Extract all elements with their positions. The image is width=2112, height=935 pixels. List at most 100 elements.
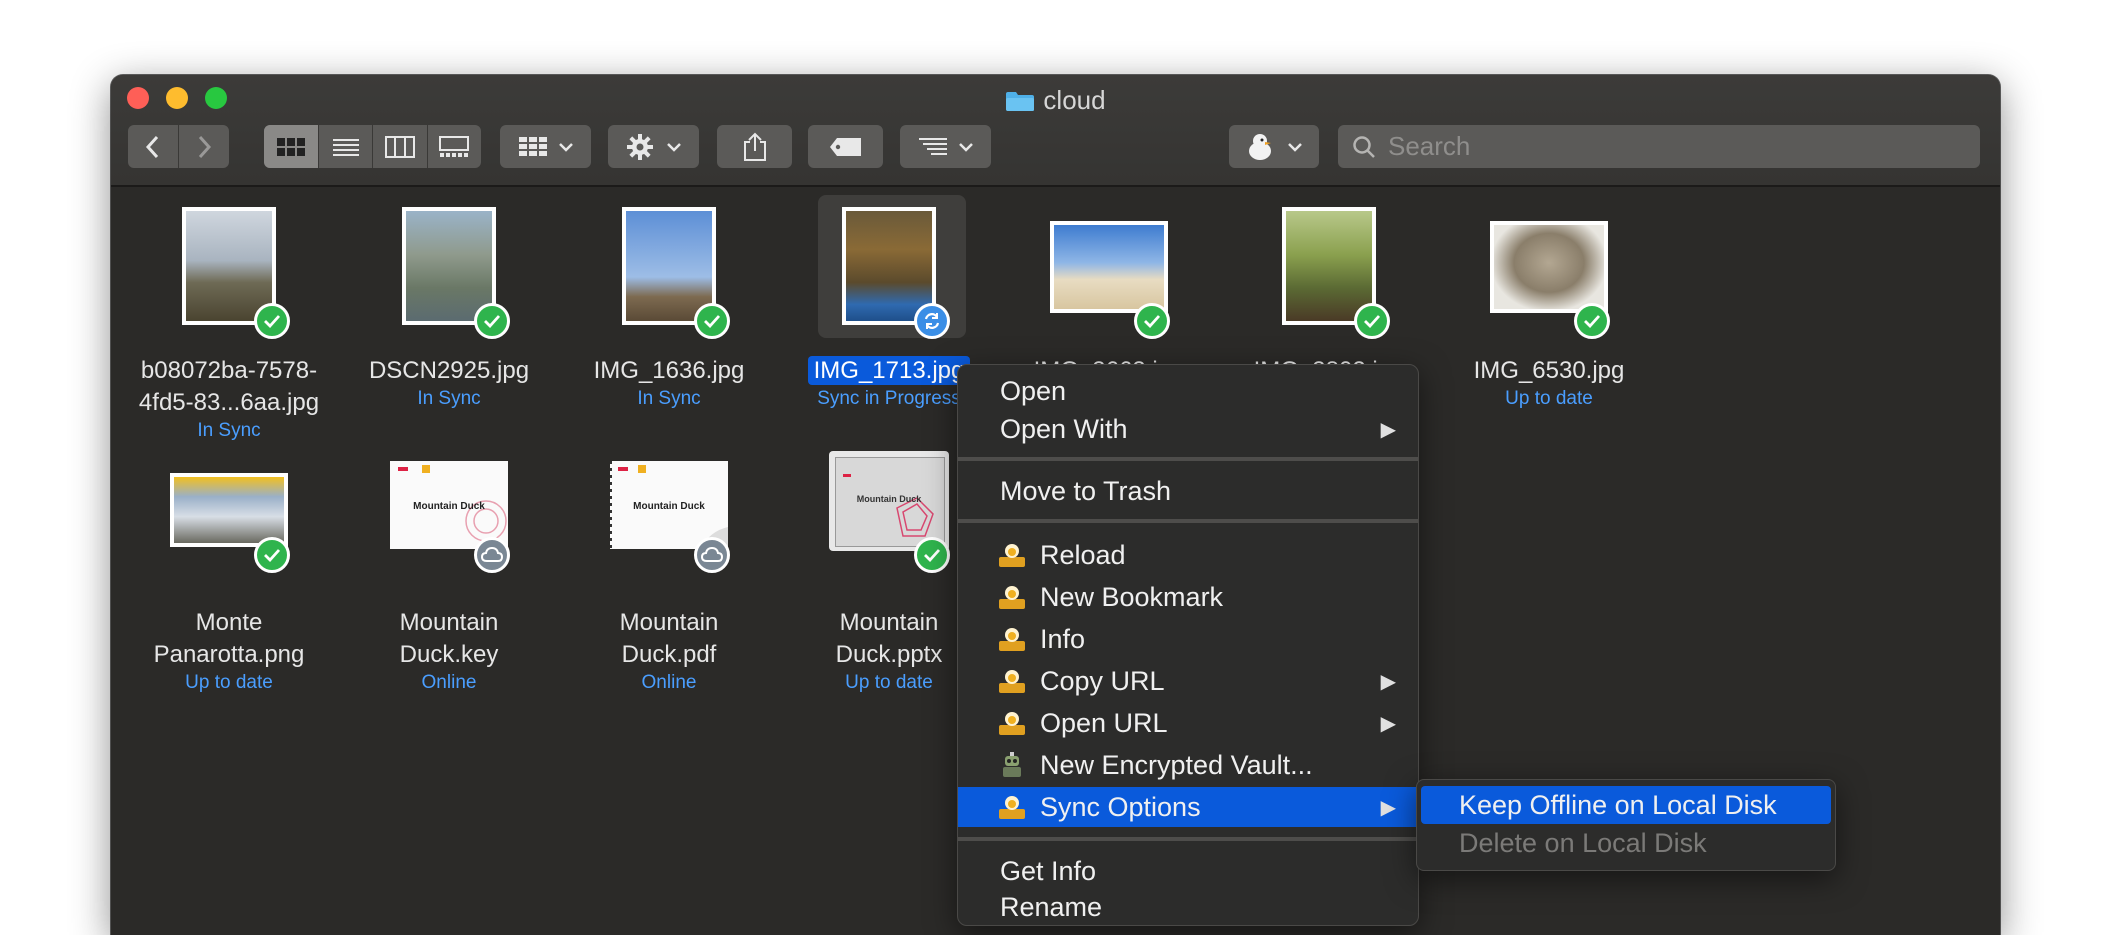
file-name: Mountain Duck.pptx [835,609,943,668]
synced-badge [914,537,950,573]
share-icon [743,132,766,161]
synced-badge [1134,303,1170,339]
syncing-badge [914,303,950,339]
submenu-arrow-icon: ▶ [1380,796,1396,819]
synced-badge [254,303,290,339]
mountain-duck-drive-icon [999,796,1025,819]
menu-item-open-with[interactable]: Open With ▶ [958,409,1418,449]
back-button[interactable] [128,125,179,168]
mountain-duck-menu-button[interactable] [1229,125,1319,168]
menu-item-sync-options[interactable]: Sync Options ▶ [958,787,1418,827]
file-item[interactable]: IMG_3802.jpg [1229,199,1429,387]
menu-item-open-url[interactable]: Open URL ▶ [958,703,1418,743]
menu-item-rename[interactable]: Rename [958,887,1418,927]
checkmark-icon [264,549,281,562]
window-title-text: cloud [1043,85,1106,115]
chevron-down-icon [558,142,573,152]
menu-separator [958,457,1418,461]
share-button[interactable] [717,125,792,168]
file-name: b08072ba-7578-4fd5-83...6aa.jpg [138,357,320,416]
menu-item-info[interactable]: Info [958,619,1418,659]
icon-grid-icon [277,137,306,156]
menu-item-label: Open [1000,375,1067,406]
title-bar: cloud [111,75,2000,187]
chevron-left-icon [145,135,158,158]
menu-item-open[interactable]: Open [958,371,1418,411]
submenu-arrow-icon: ▶ [1380,670,1396,693]
chevron-down-icon [1288,142,1302,152]
submenu-item-label: Keep Offline on Local Disk [1459,789,1777,820]
cloud-icon [701,547,723,562]
file-item[interactable]: IMG_6530.jpg Up to date [1449,199,1649,411]
file-item[interactable]: IMG_3663.jpg [1009,199,1209,387]
file-sync-status: In Sync [197,420,261,441]
icon-view-button[interactable] [264,125,320,168]
nav-buttons [128,125,229,168]
submenu-item-label: Delete on Local Disk [1459,827,1707,858]
mountain-duck-icon [1249,133,1271,160]
menu-item-label: Info [1040,623,1086,654]
online-only-badge [474,537,510,573]
search-input[interactable] [1386,130,1970,163]
file-item[interactable]: IMG_1636.jpg In Sync [569,199,769,411]
checkmark-icon [1144,315,1161,328]
menu-item-label: Reload [1040,539,1126,570]
file-item[interactable]: Mountain Duck Mountain Duck.pdf Online [569,451,769,695]
chevron-down-icon [958,142,973,152]
sync-options-submenu: Keep Offline on Local Disk Delete on Loc… [1416,779,1836,871]
view-mode-control [264,125,481,168]
menu-item-label: Copy URL [1040,665,1165,696]
menu-item-get-info[interactable]: Get Info [958,851,1418,891]
sort-list-icon [918,137,947,155]
mountain-duck-drive-icon [999,544,1025,567]
action-menu-button[interactable] [608,125,699,168]
checkmark-icon [264,315,281,328]
file-name: Monte Panarotta.png [153,609,305,668]
group-by-button[interactable] [500,125,591,168]
submenu-arrow-icon: ▶ [1380,418,1396,441]
file-item[interactable]: Monte Panarotta.png Up to date [129,451,329,695]
file-sync-status: Up to date [1505,388,1593,409]
folder-icon [1006,92,1035,111]
gear-icon [626,133,653,160]
slide-title: Mountain Duck [413,501,485,512]
menu-separator [958,519,1418,523]
file-item[interactable]: b08072ba-7578-4fd5-83...6aa.jpg In Sync [129,199,329,443]
submenu-item-keep-offline[interactable]: Keep Offline on Local Disk [1421,786,1831,824]
sync-arrows-icon [924,313,940,329]
synced-badge [1354,303,1390,339]
submenu-arrow-icon: ▶ [1380,712,1396,735]
menu-item-copy-url[interactable]: Copy URL ▶ [958,661,1418,701]
menu-item-new-bookmark[interactable]: New Bookmark [958,577,1418,617]
menu-item-new-encrypted-vault[interactable]: New Encrypted Vault... [958,745,1418,785]
file-sync-status: Online [421,672,477,693]
mountain-duck-drive-icon [999,628,1025,651]
menu-item-label: Sync Options [1040,791,1201,822]
menu-item-move-to-trash[interactable]: Move to Trash [958,471,1418,511]
file-thumbnail [1490,221,1608,313]
menu-item-reload[interactable]: Reload [958,535,1418,575]
window-title: cloud [111,85,2000,116]
file-item[interactable]: Mountain Duck Mountain Duck.key Online [349,451,549,695]
mountain-duck-drive-icon [999,670,1025,693]
column-view-button[interactable] [373,125,428,168]
tags-button[interactable] [808,125,883,168]
forward-button[interactable] [179,125,230,168]
slide-title: Mountain Duck [856,494,922,504]
menu-item-label: Open URL [1040,707,1168,738]
synced-badge [254,537,290,573]
gallery-icon [439,135,470,157]
file-name: DSCN2925.jpg [368,357,530,384]
chevron-right-icon [198,135,211,158]
file-sync-status: In Sync [417,388,481,409]
sort-options-button[interactable] [900,125,991,168]
checkmark-icon [484,315,501,328]
file-name-text: IMG_1713.jpg [807,356,971,385]
checkmark-icon [1584,315,1601,328]
file-item[interactable]: DSCN2925.jpg In Sync [349,199,549,411]
gallery-view-button[interactable] [428,125,481,168]
list-view-button[interactable] [319,125,374,168]
search-field[interactable] [1338,125,1980,168]
file-sync-status: Up to date [185,672,273,693]
file-name: Mountain Duck.pdf [619,609,719,668]
